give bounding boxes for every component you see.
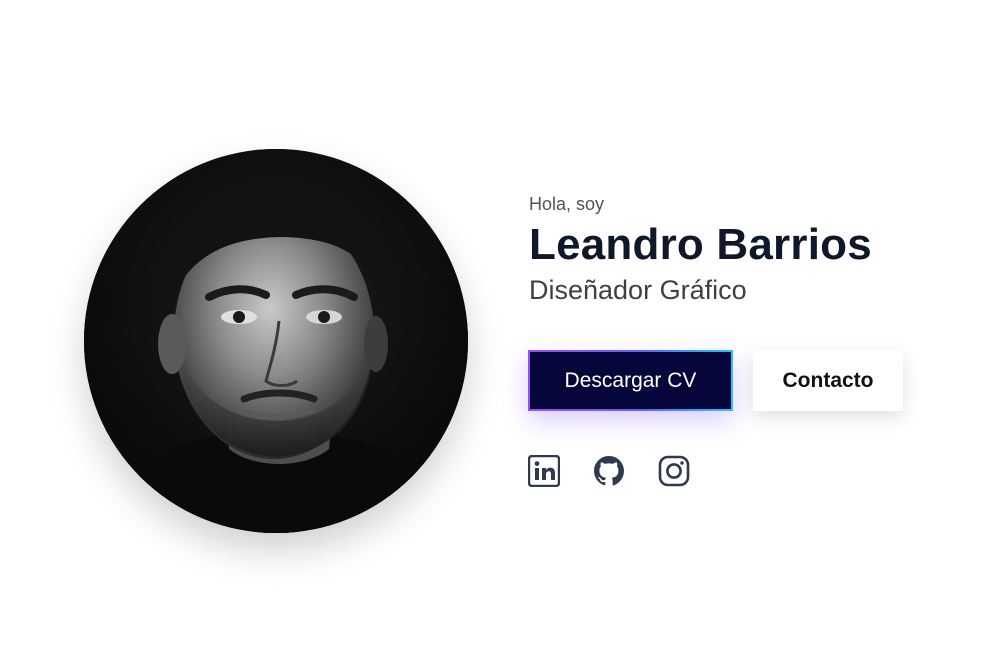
profile-photo	[84, 149, 468, 533]
person-name: Leandro Barrios	[529, 220, 872, 269]
greeting-text: Hola, soy	[529, 194, 605, 214]
hero-section: Hola, soy Leandro Barrios Diseñador Gráf…	[0, 0, 1000, 667]
contact-button[interactable]: Contacto	[753, 350, 903, 411]
social-links	[528, 455, 690, 487]
download-cv-label: Descargar CV	[530, 352, 731, 409]
instagram-icon[interactable]	[658, 455, 690, 487]
job-title: Diseñador Gráfico	[529, 275, 747, 305]
linkedin-icon[interactable]	[528, 455, 560, 487]
download-cv-button[interactable]: Descargar CV	[528, 350, 733, 411]
intro-block: Hola, soy Leandro Barrios Diseñador Gráf…	[529, 193, 969, 307]
github-icon[interactable]	[593, 455, 625, 487]
